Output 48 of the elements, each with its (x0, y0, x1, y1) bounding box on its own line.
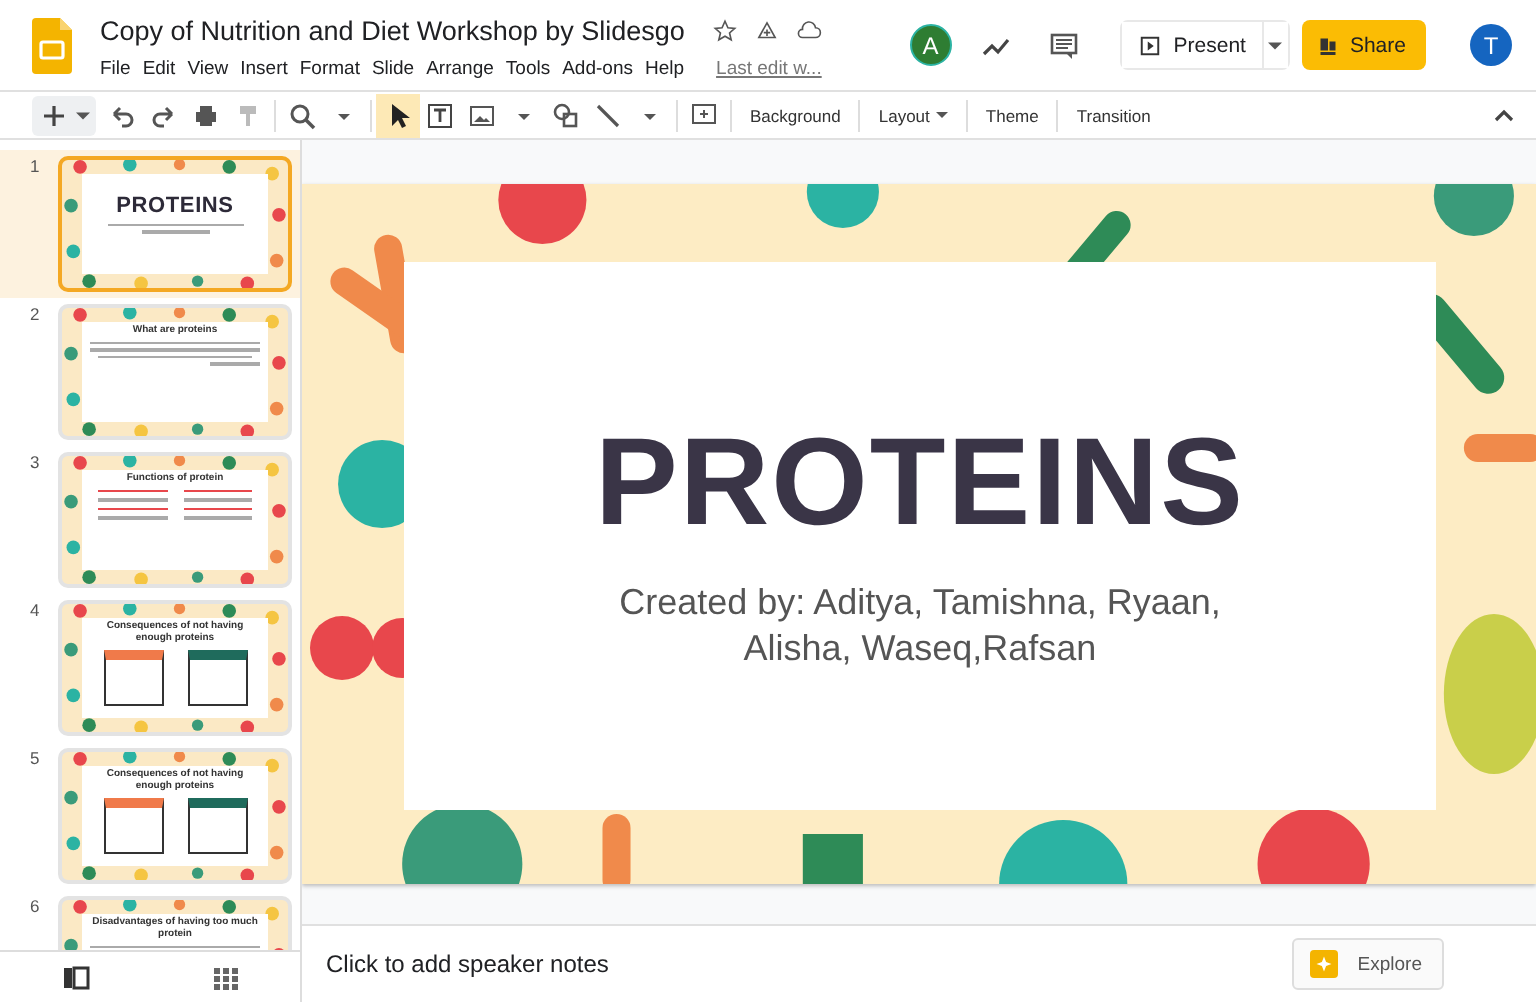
menu-item[interactable]: Arrange (426, 58, 494, 80)
collaborator-avatar[interactable]: A (909, 24, 952, 66)
slide-number: 1 (30, 156, 42, 176)
account-avatar[interactable]: T (1470, 24, 1512, 66)
text-box-icon[interactable] (424, 99, 456, 131)
select-cursor-icon[interactable] (382, 99, 414, 131)
menu-item[interactable]: Help (644, 58, 685, 80)
explore-icon (1309, 950, 1338, 978)
comments-icon[interactable] (1047, 29, 1080, 61)
present-button[interactable]: Present (1121, 22, 1264, 68)
filmstrip-view-icon[interactable] (59, 961, 91, 993)
share-icon (1315, 33, 1340, 57)
toolbar-button[interactable]: Theme (977, 105, 1047, 125)
zoom-icon[interactable] (286, 99, 318, 131)
menu-item[interactable]: Slide (371, 58, 415, 80)
share-button[interactable]: Share (1301, 20, 1426, 70)
slide-number: 4 (30, 600, 42, 620)
menu-item[interactable]: View (187, 58, 229, 80)
caret-icon (1268, 41, 1283, 49)
slide-subtitle[interactable]: Created by: Aditya, Tamishna, Ryaan, Alisha, Waseq,Rafsan (570, 580, 1270, 670)
slide-number: 5 (30, 748, 42, 768)
present-icon (1137, 33, 1162, 57)
menu-item[interactable]: Add-ons (562, 58, 633, 80)
slide-canvas[interactable]: PROTEINS Created by: Aditya, Tamishna, Ryaan, Alisha, Waseq,Rafsan (302, 184, 1536, 884)
shape-icon[interactable] (550, 99, 582, 131)
slide-number: 3 (30, 452, 42, 472)
star-icon[interactable] (712, 17, 739, 43)
slide-thumbnail[interactable]: PROTEINS (58, 156, 292, 292)
last-edit-link[interactable]: Last edit w... (716, 58, 822, 80)
menu-item[interactable]: Tools (505, 58, 551, 80)
slide-number: 6 (30, 896, 42, 916)
cloud-status-icon[interactable] (796, 17, 823, 43)
line-icon[interactable] (592, 99, 624, 131)
menu-item[interactable]: Format (299, 58, 360, 80)
menu-item[interactable]: Insert (240, 58, 288, 80)
slide-title[interactable]: PROTEINS (595, 422, 1245, 546)
menu-item[interactable]: Edit (142, 58, 176, 80)
new-slide-button[interactable] (32, 95, 96, 135)
slide-title: PROTEINS (116, 194, 234, 220)
menu-item[interactable]: File (100, 58, 131, 80)
present-options-button[interactable] (1263, 22, 1288, 68)
document-title[interactable]: Copy of Nutrition and Diet Workshop by Slidesgo (100, 15, 685, 45)
caret-icon (76, 111, 90, 119)
toolbar-button[interactable]: Layout (870, 105, 956, 125)
toolbar-button[interactable]: Transition (1068, 105, 1159, 125)
slide-number: 2 (30, 304, 42, 324)
explore-button[interactable]: Explore (1291, 938, 1444, 990)
toolbar-button[interactable]: Background (742, 105, 849, 125)
